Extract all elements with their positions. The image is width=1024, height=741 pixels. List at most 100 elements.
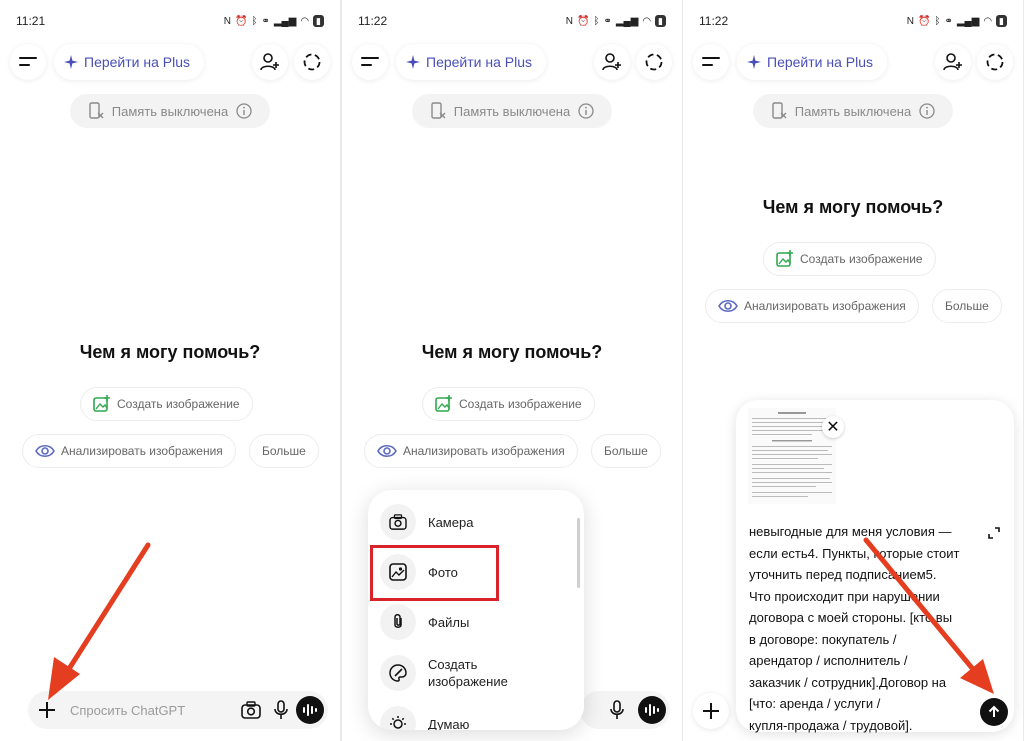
memory-off-icon	[772, 102, 787, 119]
analyze-images-chip[interactable]: Анализировать изображения	[705, 289, 919, 323]
status-icons: N ⏰ ᛒ ⚭ ▂▄▆ ◠ ▮	[907, 15, 1007, 27]
status-bar: 11:22 N ⏰ ᛒ ⚭ ▂▄▆ ◠ ▮	[342, 0, 682, 42]
screen-attach-menu: 11:22 N ⏰ ᛒ ⚭ ▂▄▆ ◠ ▮ Перейти на Plus Па…	[342, 0, 682, 741]
create-image-chip[interactable]: Создать изображение	[80, 387, 253, 421]
image-plus-icon	[776, 250, 793, 267]
waveform-icon	[645, 704, 659, 716]
more-chip[interactable]: Больше	[249, 434, 319, 468]
bluetooth-icon: ᛒ	[251, 15, 258, 27]
menu-item-camera[interactable]: Камера	[380, 499, 568, 545]
more-label: Больше	[604, 444, 648, 458]
status-icons: N ⏰ ᛒ ⚭ ▂▄▆ ◠ ▮	[566, 15, 666, 27]
link-icon: ⚭	[261, 15, 270, 27]
add-person-icon	[602, 53, 621, 71]
voice-mode-button[interactable]	[638, 696, 666, 724]
analyze-images-label: Анализировать изображения	[744, 299, 906, 313]
menu-scrollbar[interactable]	[577, 518, 580, 588]
dictation-button[interactable]	[602, 695, 632, 725]
status-bar: 11:22 N ⏰ ᛒ ⚭ ▂▄▆ ◠ ▮	[683, 0, 1023, 42]
attach-button[interactable]	[693, 693, 729, 729]
composer-expanded[interactable]: ✕ невыгодные для меня условия — если ест…	[736, 400, 1014, 733]
memory-status-pill[interactable]: Память выключена	[412, 94, 612, 128]
battery-icon: ▮	[655, 15, 666, 27]
menu-item-label: Камера	[428, 514, 474, 530]
menu-item-label-line: Создать	[428, 657, 478, 672]
add-person-button[interactable]	[594, 44, 630, 80]
alarm-icon: ⏰	[577, 15, 590, 27]
eye-icon	[718, 299, 738, 313]
memory-status-pill[interactable]: Память выключена	[70, 94, 270, 128]
more-chip[interactable]: Больше	[932, 289, 1002, 323]
menu-icon	[361, 57, 379, 66]
bluetooth-icon: ᛒ	[593, 15, 600, 27]
temporary-chat-button[interactable]	[294, 44, 330, 80]
add-person-icon	[943, 53, 962, 71]
alarm-icon: ⏰	[918, 15, 931, 27]
paperclip-icon	[394, 614, 402, 628]
add-person-button[interactable]	[935, 44, 971, 80]
temporary-chat-button[interactable]	[977, 44, 1013, 80]
eye-icon	[377, 444, 397, 458]
top-right-actions	[935, 44, 1013, 80]
arrow-up-icon	[988, 705, 1000, 717]
voice-mode-button[interactable]	[296, 696, 324, 724]
message-input[interactable]: Спросить ChatGPT	[70, 703, 236, 718]
upgrade-plus-button[interactable]: Перейти на Plus	[737, 44, 888, 80]
info-icon[interactable]	[236, 103, 252, 119]
create-image-label: Создать изображение	[117, 397, 240, 411]
menu-item-files[interactable]: Файлы	[380, 599, 568, 645]
info-icon[interactable]	[919, 103, 935, 119]
message-line: [что: аренда / услуги /	[749, 696, 881, 711]
status-time: 11:22	[358, 14, 388, 28]
signal-icon: ▂▄▆	[615, 15, 639, 27]
menu-button[interactable]	[693, 44, 729, 80]
message-line: заказчик / сотрудник].Договор на	[749, 674, 947, 690]
menu-item-thinking[interactable]: Думаю	[380, 701, 568, 730]
expand-composer-button[interactable]	[988, 526, 1000, 544]
link-icon: ⚭	[944, 15, 953, 27]
menu-item-label: Файлы	[428, 614, 470, 630]
analyze-images-chip[interactable]: Анализировать изображения	[22, 434, 236, 468]
analyze-images-chip[interactable]: Анализировать изображения	[364, 434, 578, 468]
upgrade-plus-button[interactable]: Перейти на Plus	[396, 44, 547, 80]
camera-button[interactable]	[236, 695, 266, 725]
wifi-icon: ◠	[300, 15, 310, 27]
upgrade-plus-label: Перейти на Plus	[767, 54, 874, 70]
plus-icon[interactable]	[38, 701, 56, 719]
create-image-chip[interactable]: Создать изображение	[763, 242, 936, 276]
create-image-label: Создать изображение	[459, 397, 582, 411]
menu-item-create-image[interactable]: Создать изображение	[380, 650, 568, 696]
remove-attachment-button[interactable]: ✕	[822, 416, 844, 438]
create-image-chip[interactable]: Создать изображение	[422, 387, 595, 421]
upgrade-plus-button[interactable]: Перейти на Plus	[54, 44, 205, 80]
page-title: Чем я могу помочь?	[762, 197, 944, 217]
wifi-icon: ◠	[642, 15, 652, 27]
message-input[interactable]: невыгодные для меня условия — если есть4…	[749, 521, 981, 736]
status-bar: 11:21 N ⏰ ᛒ ⚭ ▂▄▆ ◠ ▮	[0, 0, 340, 42]
palette-icon	[389, 664, 407, 682]
menu-button[interactable]	[10, 44, 46, 80]
upgrade-plus-label: Перейти на Plus	[84, 54, 191, 70]
image-plus-icon	[93, 395, 110, 412]
dictation-button[interactable]	[266, 695, 296, 725]
status-time: 11:21	[16, 14, 46, 28]
send-button[interactable]	[980, 698, 1008, 726]
dashed-circle-icon	[645, 53, 663, 71]
add-person-button[interactable]	[252, 44, 288, 80]
signal-icon: ▂▄▆	[956, 15, 980, 27]
message-line: Что происходит при нарушении	[749, 588, 940, 604]
menu-button[interactable]	[352, 44, 388, 80]
memory-status-pill[interactable]: Память выключена	[753, 94, 953, 128]
expand-icon	[988, 527, 1000, 539]
attachment-thumbnail[interactable]: ✕	[748, 408, 844, 504]
info-icon[interactable]	[578, 103, 594, 119]
attach-menu: Камера Фото Файлы Создать изображение Ду…	[368, 490, 584, 730]
link-icon: ⚭	[603, 15, 612, 27]
temporary-chat-button[interactable]	[636, 44, 672, 80]
more-chip[interactable]: Больше	[591, 434, 661, 468]
close-icon: ✕	[826, 419, 840, 436]
more-label: Больше	[945, 299, 989, 313]
page-title: Чем я могу помочь?	[79, 342, 261, 362]
signal-icon: ▂▄▆	[273, 15, 297, 27]
menu-item-label: Создать изображение	[428, 656, 508, 690]
